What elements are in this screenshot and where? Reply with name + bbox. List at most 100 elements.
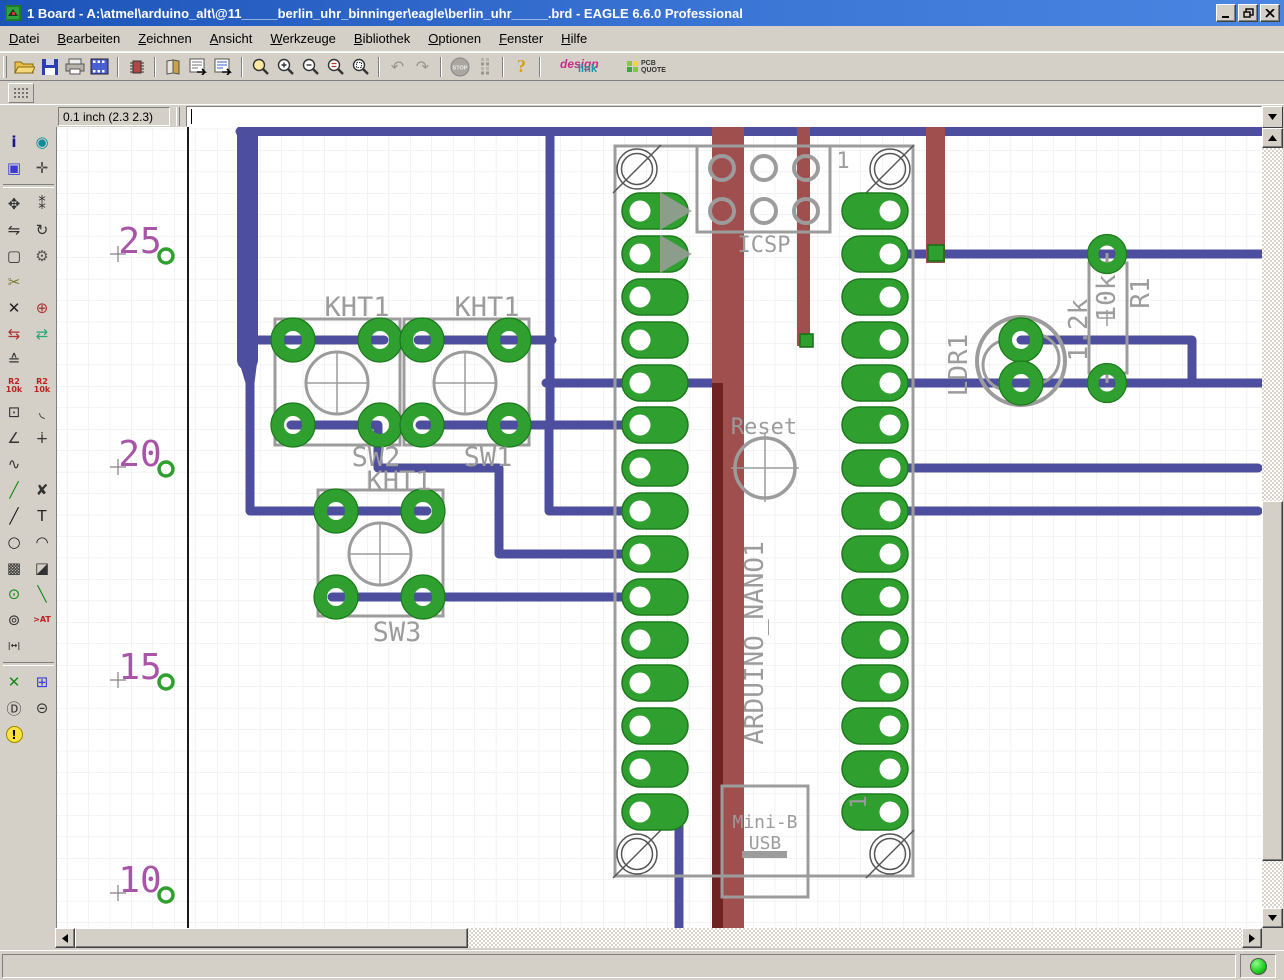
go-button[interactable] xyxy=(472,55,497,79)
minimize-button[interactable] xyxy=(1216,4,1236,22)
stop-button[interactable]: STOP xyxy=(447,55,472,79)
display-layers-icon[interactable]: ▣ xyxy=(2,156,27,180)
ratsnest-icon[interactable]: ✕ xyxy=(2,670,27,694)
ripup-icon[interactable]: ✘ xyxy=(30,478,55,502)
menu-bar: Datei Bearbeiten Zeichnen Ansicht Werkze… xyxy=(0,26,1284,52)
menu-werkzeuge[interactable]: Werkzeuge xyxy=(261,27,345,50)
vscroll-thumb[interactable] xyxy=(1262,501,1283,861)
hole-icon[interactable]: ⊚ xyxy=(2,608,27,632)
zoom-select-button[interactable] xyxy=(348,55,373,79)
restore-button[interactable] xyxy=(1238,4,1258,22)
print-button[interactable] xyxy=(62,55,87,79)
menu-datei[interactable]: Datei xyxy=(0,27,48,50)
errors-icon[interactable]: ⊝ xyxy=(30,696,55,720)
tool-palette: i◉▣✛✥⁑⇋↻▢⚙✂✕⊕⇆⇄≙R2 10kR2 10k⊡◟∠∔∿╱✘╱T○◠▩… xyxy=(0,127,57,948)
lock-icon[interactable]: ≙ xyxy=(2,348,27,372)
move-icon[interactable]: ✥ xyxy=(2,192,27,216)
redo-button[interactable]: ↷ xyxy=(410,55,435,79)
grid-button[interactable] xyxy=(8,83,34,103)
menu-ansicht[interactable]: Ansicht xyxy=(201,27,262,50)
show-icon[interactable]: ◉ xyxy=(30,130,55,154)
horizontal-scrollbar[interactable] xyxy=(55,928,1262,948)
zoom-redraw-button[interactable] xyxy=(323,55,348,79)
pcbquote-logo[interactable]: PCB QUOTE xyxy=(626,60,666,74)
menu-zeichnen[interactable]: Zeichnen xyxy=(129,27,201,50)
label-sw3: SW3 xyxy=(373,617,422,648)
board-schematic-toggle-button[interactable] xyxy=(124,55,149,79)
triangle-left-icon xyxy=(62,934,68,943)
scroll-up-button[interactable] xyxy=(1262,128,1283,148)
zoom-out-button[interactable] xyxy=(298,55,323,79)
film-icon xyxy=(90,58,109,75)
rotate-icon[interactable]: ↻ xyxy=(30,218,55,242)
designlink-logo[interactable]: design link xyxy=(560,60,612,73)
wire-icon[interactable]: ╱ xyxy=(2,504,27,528)
menu-fenster[interactable]: Fenster xyxy=(490,27,552,50)
name-icon[interactable]: R2 10k xyxy=(2,374,27,398)
menu-optionen[interactable]: Optionen xyxy=(419,27,490,50)
mark-icon[interactable]: ✛ xyxy=(30,156,55,180)
warn-icon[interactable]: ! xyxy=(2,722,27,746)
cut-icon[interactable]: ✂ xyxy=(2,270,27,294)
add-icon[interactable]: ⊕ xyxy=(30,296,55,320)
cam-processor-button[interactable] xyxy=(87,55,112,79)
smash-icon[interactable]: ⊡ xyxy=(2,400,27,424)
copy-icon[interactable]: ⁑ xyxy=(30,192,55,216)
group-icon[interactable]: ▢ xyxy=(2,244,27,268)
text-icon[interactable]: T xyxy=(30,504,55,528)
optimize-icon[interactable]: ∔ xyxy=(30,426,55,450)
delete-icon[interactable]: ✕ xyxy=(2,296,27,320)
run-script-button[interactable] xyxy=(186,55,211,79)
menu-hilfe[interactable]: Hilfe xyxy=(552,27,596,50)
board-canvas[interactable]: KHT1 KHT1 KHT1 SW2 SW1 SW3 ICSP 1 Reset … xyxy=(57,127,1262,928)
library-button[interactable] xyxy=(161,55,186,79)
hscroll-thumb[interactable] xyxy=(75,928,468,948)
help-button[interactable]: ? xyxy=(509,55,534,79)
designlink-text-bottom: link xyxy=(578,65,612,73)
circle-icon[interactable]: ○ xyxy=(2,530,27,554)
vertical-scrollbar[interactable] xyxy=(1262,128,1283,928)
menu-bibliothek[interactable]: Bibliothek xyxy=(345,27,419,50)
split-icon[interactable]: ∠ xyxy=(2,426,27,450)
scroll-right-button[interactable] xyxy=(1242,928,1262,948)
value-icon[interactable]: R2 10k xyxy=(30,374,55,398)
autorouter-icon[interactable]: ⊞ xyxy=(30,670,55,694)
save-button[interactable] xyxy=(37,55,62,79)
polygon-icon[interactable]: ◪ xyxy=(30,556,55,580)
replace-icon[interactable]: ⇄ xyxy=(30,322,55,346)
pinswap-icon[interactable]: ⇆ xyxy=(2,322,27,346)
via-square-2[interactable] xyxy=(800,334,813,347)
toolbar-handle[interactable] xyxy=(3,56,7,78)
label-reset: Reset xyxy=(731,415,797,440)
meander-icon[interactable]: ∿ xyxy=(2,452,27,476)
signal-icon[interactable]: ╲ xyxy=(30,582,55,606)
menu-bearbeiten[interactable]: Bearbeiten xyxy=(48,27,129,50)
arc-icon[interactable]: ◠ xyxy=(30,530,55,554)
command-separator xyxy=(176,107,180,126)
command-input[interactable] xyxy=(186,106,1262,127)
redo-icon: ↷ xyxy=(416,57,429,77)
board-drawing[interactable]: KHT1 KHT1 KHT1 SW2 SW1 SW3 ICSP 1 Reset … xyxy=(57,127,1262,928)
change-icon[interactable]: ⚙ xyxy=(30,244,55,268)
dimension-icon[interactable]: |↔| xyxy=(2,634,27,658)
rect-icon[interactable]: ▩ xyxy=(2,556,27,580)
info-icon[interactable]: i xyxy=(2,130,27,154)
zoom-fit-button[interactable] xyxy=(248,55,273,79)
zoom-in-button[interactable] xyxy=(273,55,298,79)
drc-icon[interactable]: Ⓓ xyxy=(2,696,27,720)
open-folder-icon xyxy=(14,59,35,75)
attribute-icon[interactable]: >AT xyxy=(30,608,55,632)
run-ulp-button[interactable] xyxy=(211,55,236,79)
scroll-left-button[interactable] xyxy=(55,928,75,948)
label-pin1-bottom: 1 xyxy=(847,795,872,808)
route-icon[interactable]: ╱ xyxy=(2,478,27,502)
miter-icon[interactable]: ◟ xyxy=(30,400,55,424)
mirror-icon[interactable]: ⇋ xyxy=(2,218,27,242)
scroll-down-button[interactable] xyxy=(1262,908,1283,928)
via-icon[interactable]: ⊙ xyxy=(2,582,27,606)
command-history-dropdown[interactable] xyxy=(1262,106,1283,128)
open-button[interactable] xyxy=(12,55,37,79)
close-button[interactable] xyxy=(1260,4,1280,22)
undo-button[interactable]: ↶ xyxy=(385,55,410,79)
via-square-1[interactable] xyxy=(928,245,944,261)
